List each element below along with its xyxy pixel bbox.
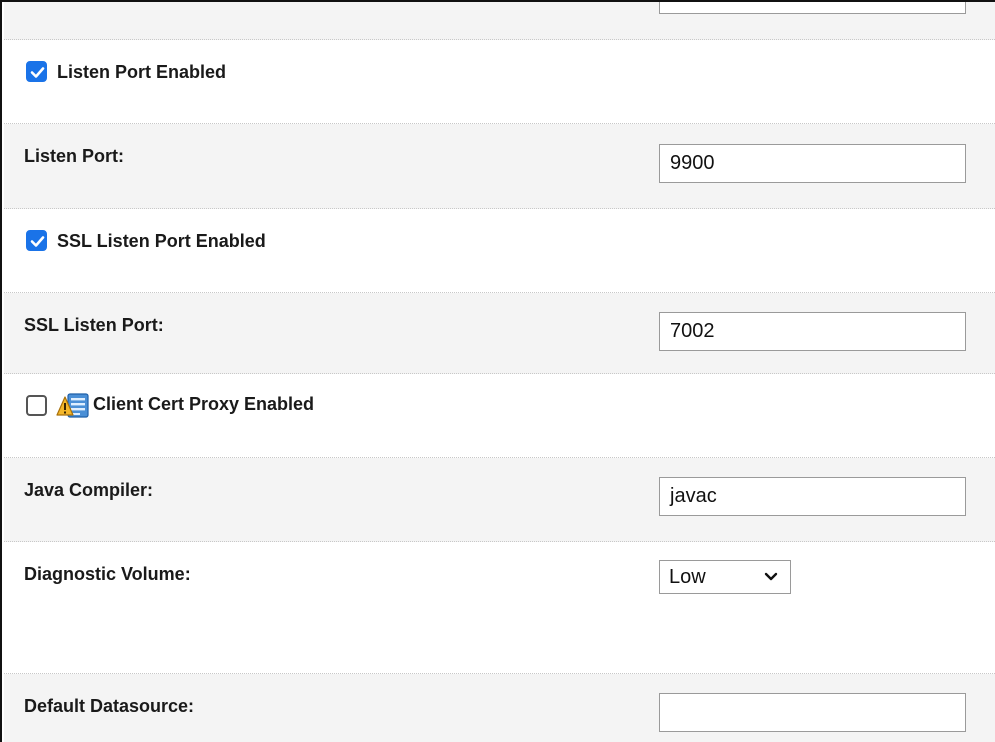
listen-port-enabled-checkbox[interactable]	[26, 61, 47, 82]
default-datasource-label: Default Datasource:	[24, 696, 195, 716]
listen-port-input[interactable]: 9900	[659, 144, 966, 183]
client-cert-proxy-enabled-label: Client Cert Proxy Enabled	[93, 394, 315, 414]
listen-port-enabled-label: Listen Port Enabled	[57, 62, 227, 82]
listen-port-label: Listen Port:	[24, 146, 125, 166]
warning-config-icon	[56, 393, 89, 418]
default-datasource-input[interactable]	[659, 693, 966, 732]
java-compiler-label: Java Compiler:	[24, 480, 154, 500]
form-row-top-partial	[4, 2, 995, 40]
ssl-listen-port-label: SSL Listen Port:	[24, 315, 164, 335]
client-cert-proxy-enabled-checkbox[interactable]	[26, 395, 47, 416]
chevron-down-icon	[764, 572, 778, 581]
checkmark-icon	[30, 67, 45, 78]
checkmark-icon	[30, 236, 45, 247]
form-row-java-compiler: Java Compiler: javac	[4, 458, 995, 542]
diagnostic-volume-select[interactable]: Low	[659, 560, 791, 594]
form-row-client-cert-proxy-enabled: Client Cert Proxy Enabled	[4, 374, 995, 458]
ssl-listen-port-input[interactable]: 7002	[659, 312, 966, 351]
diagnostic-volume-label: Diagnostic Volume:	[24, 564, 191, 584]
ssl-listen-port-enabled-label: SSL Listen Port Enabled	[57, 231, 266, 251]
form-row-default-datasource: Default Datasource:	[4, 674, 995, 742]
form-row-listen-port-enabled: Listen Port Enabled	[4, 40, 995, 124]
diagnostic-volume-selected: Low	[669, 566, 706, 588]
form-row-ssl-listen-port: SSL Listen Port: 7002	[4, 293, 995, 374]
form-row-ssl-listen-port-enabled: SSL Listen Port Enabled	[4, 209, 995, 293]
form-row-diagnostic-volume: Diagnostic Volume: Low	[4, 542, 995, 674]
server-config-form: Listen Port Enabled Listen Port: 9900 SS…	[0, 0, 995, 742]
form-row-listen-port: Listen Port: 9900	[4, 124, 995, 209]
top-partial-input[interactable]	[659, 2, 966, 14]
java-compiler-input[interactable]: javac	[659, 477, 966, 516]
ssl-listen-port-enabled-checkbox[interactable]	[26, 230, 47, 251]
